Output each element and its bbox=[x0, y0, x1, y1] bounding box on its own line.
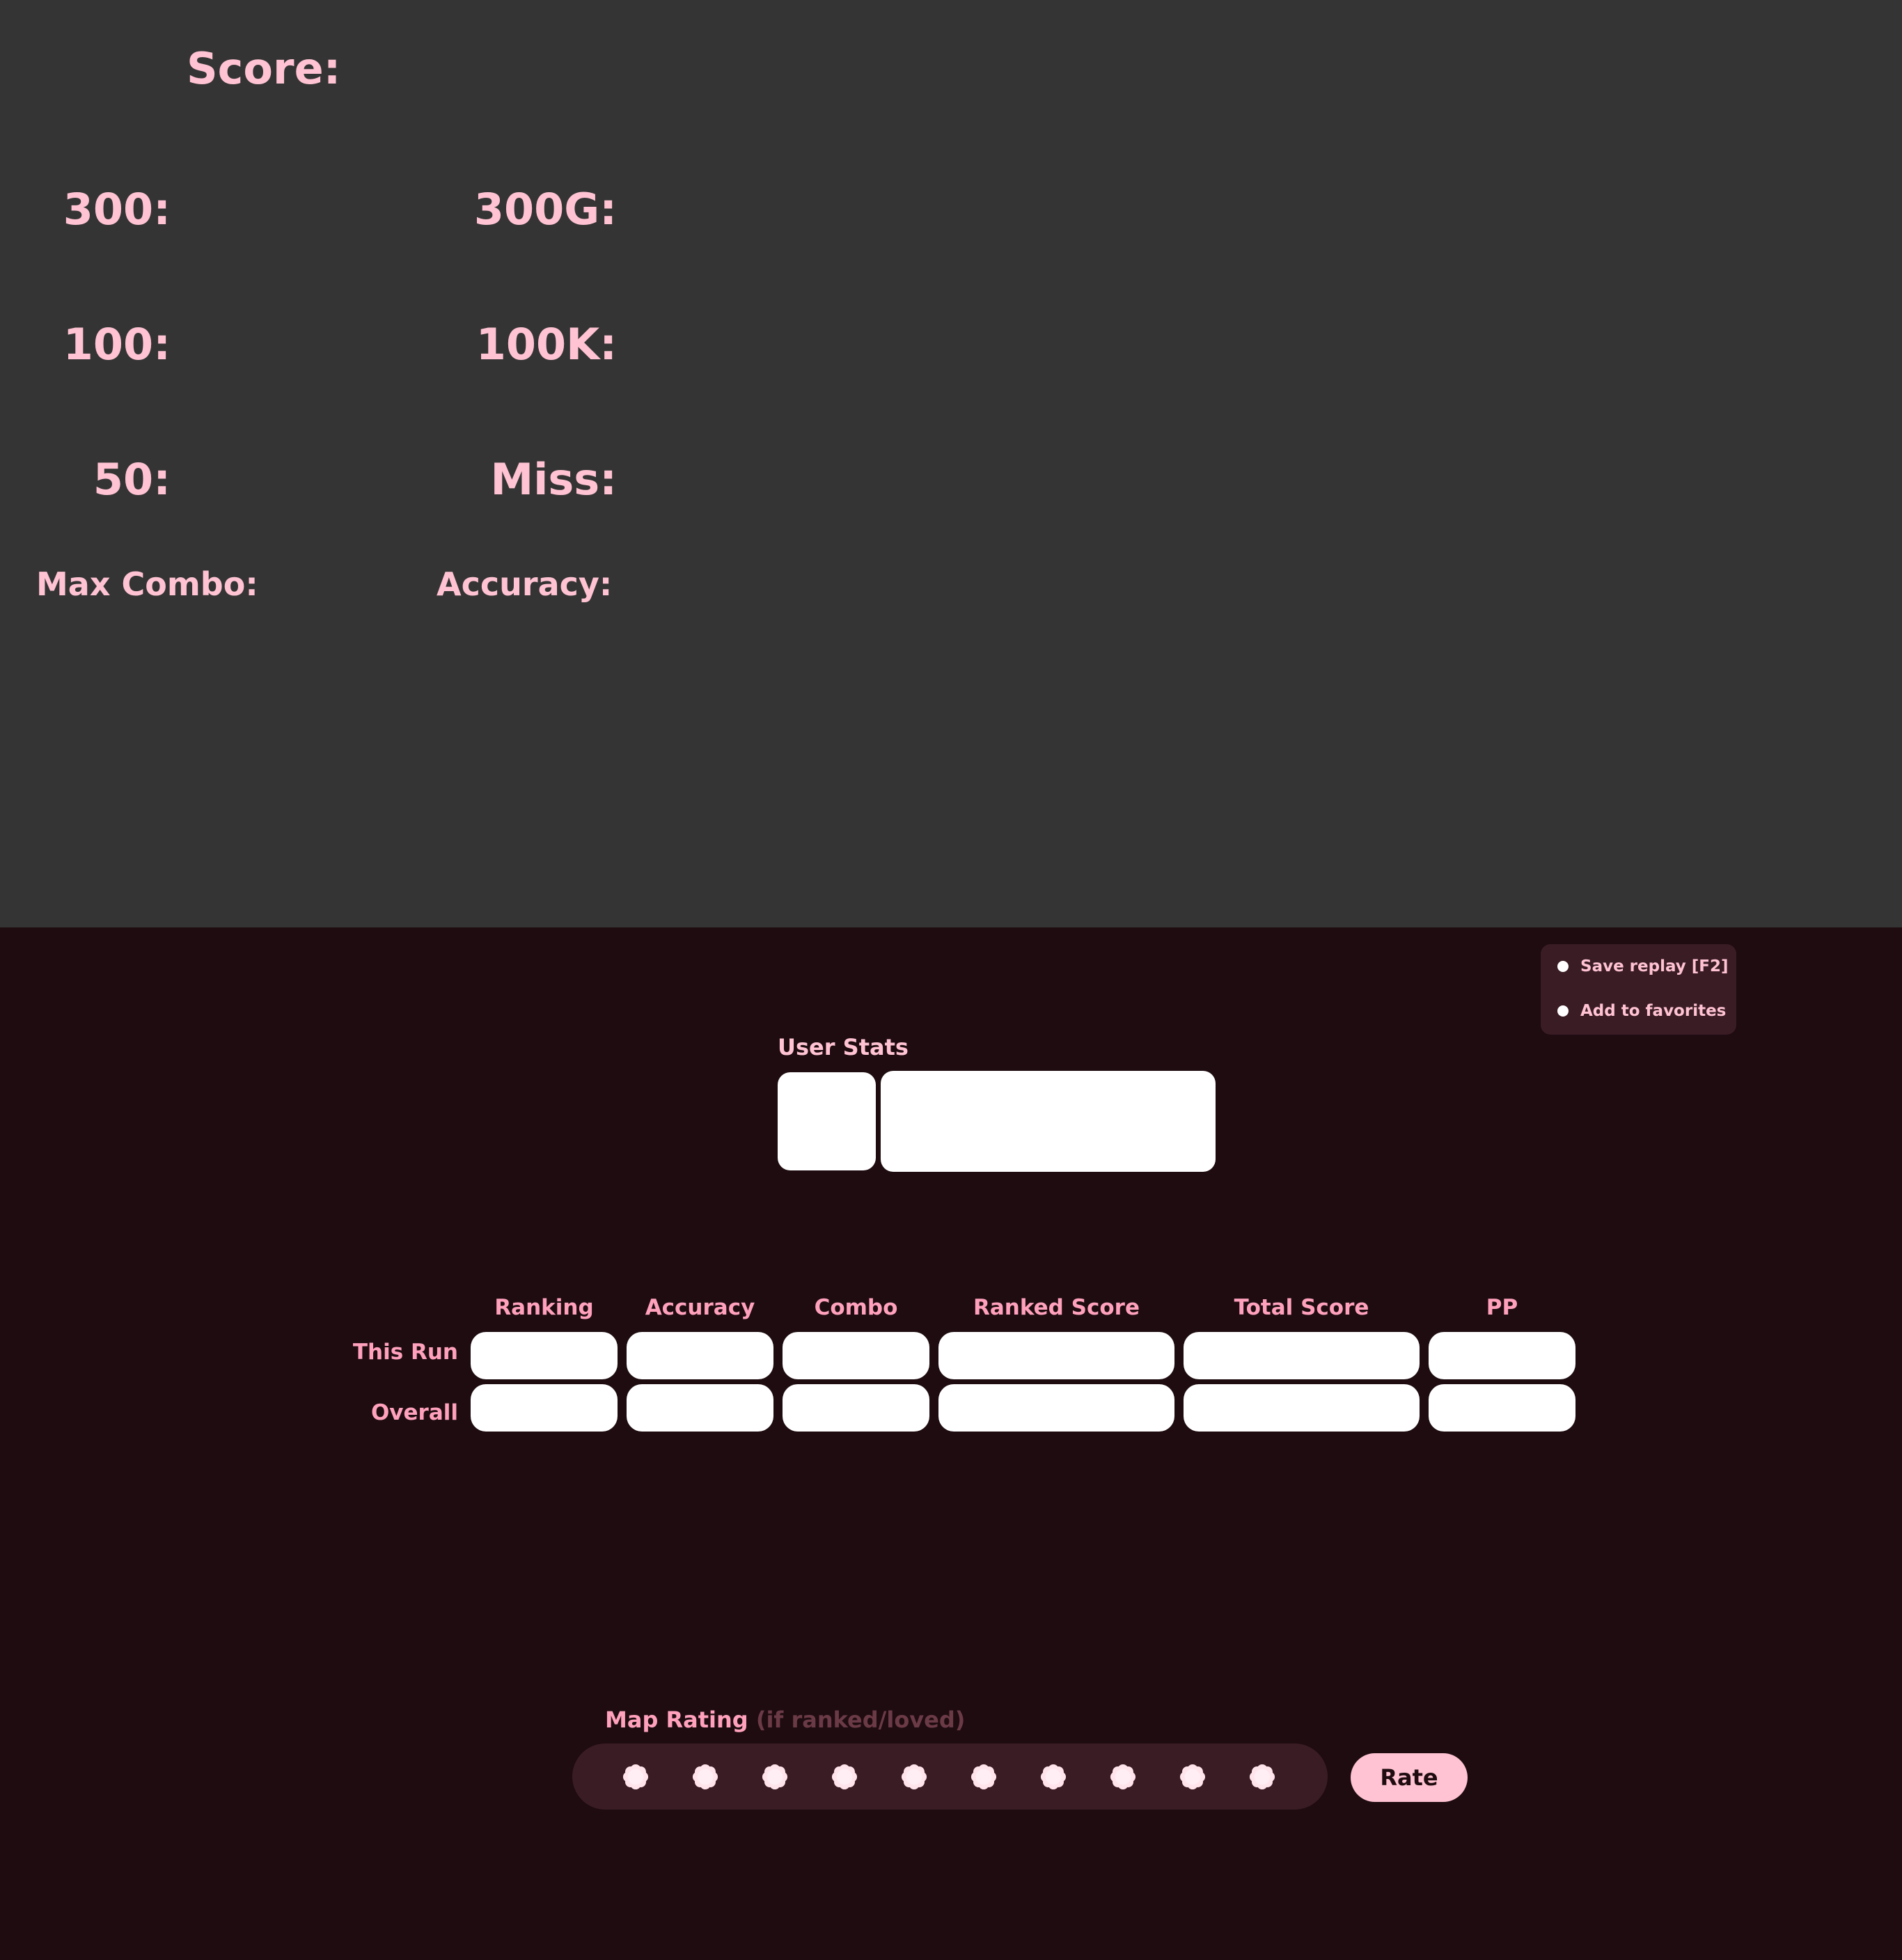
rating-star-icon[interactable] bbox=[762, 1764, 788, 1790]
this-run-ranking-cell bbox=[471, 1332, 618, 1379]
col-header-pp: PP bbox=[1486, 1295, 1518, 1320]
rating-star-icon[interactable] bbox=[1110, 1764, 1136, 1790]
hit300-label: 300: bbox=[63, 184, 171, 235]
max-combo-label: Max Combo: bbox=[36, 565, 258, 603]
rate-button[interactable]: Rate bbox=[1351, 1753, 1468, 1802]
rating-star-icon[interactable] bbox=[1249, 1764, 1275, 1790]
save-replay-label: Save replay [F2] bbox=[1580, 957, 1729, 975]
star-rating-bar bbox=[572, 1743, 1328, 1810]
map-rating-title: Map Rating (if ranked/loved) bbox=[605, 1706, 965, 1734]
this-run-pp-cell bbox=[1429, 1332, 1575, 1379]
overall-combo-cell bbox=[783, 1384, 929, 1432]
rating-star-icon[interactable] bbox=[622, 1764, 649, 1790]
overall-total-score-cell bbox=[1184, 1384, 1420, 1432]
bullet-icon bbox=[1557, 961, 1569, 972]
overall-accuracy-cell bbox=[627, 1384, 773, 1432]
overall-ranking-cell bbox=[471, 1384, 618, 1432]
bullet-icon bbox=[1557, 1005, 1569, 1017]
map-rating-subtitle: (if ranked/loved) bbox=[755, 1707, 966, 1733]
user-card bbox=[881, 1071, 1216, 1172]
rating-star-icon[interactable] bbox=[1179, 1764, 1206, 1790]
col-header-ranking: Ranking bbox=[494, 1295, 594, 1320]
miss-label: Miss: bbox=[490, 454, 617, 505]
user-stats-title: User Stats bbox=[778, 1034, 909, 1060]
results-screen: Score: 300: 300G: 100: 100K: 50: Miss: M… bbox=[0, 0, 1902, 1960]
overall-pp-cell bbox=[1429, 1384, 1575, 1432]
col-header-accuracy: Accuracy bbox=[645, 1295, 755, 1320]
avatar bbox=[778, 1072, 876, 1170]
hit100-label: 100: bbox=[63, 319, 171, 370]
col-header-combo: Combo bbox=[814, 1295, 898, 1320]
accuracy-label: Accuracy: bbox=[437, 565, 613, 603]
this-run-ranked-score-cell bbox=[938, 1332, 1174, 1379]
map-rating-label: Map Rating bbox=[605, 1707, 748, 1733]
this-run-total-score-cell bbox=[1184, 1332, 1420, 1379]
replay-menu: Save replay [F2] Add to favorites bbox=[1541, 944, 1736, 1035]
row-label-this-run: This Run bbox=[352, 1340, 458, 1365]
add-to-favorites-item[interactable]: Add to favorites bbox=[1557, 998, 1726, 1024]
col-header-total-score: Total Score bbox=[1234, 1295, 1369, 1320]
rating-star-icon[interactable] bbox=[831, 1764, 858, 1790]
rating-star-icon[interactable] bbox=[692, 1764, 718, 1790]
save-replay-item[interactable]: Save replay [F2] bbox=[1557, 954, 1729, 979]
col-header-ranked-score: Ranked Score bbox=[973, 1295, 1140, 1320]
row-label-overall: Overall bbox=[370, 1400, 458, 1425]
rating-star-icon[interactable] bbox=[901, 1764, 927, 1790]
score-panel: Score: 300: 300G: 100: 100K: 50: Miss: M… bbox=[0, 0, 1902, 927]
hit300g-label: 300G: bbox=[473, 184, 617, 235]
hit50-label: 50: bbox=[93, 454, 171, 505]
hit100k-label: 100K: bbox=[475, 319, 617, 370]
rating-star-icon[interactable] bbox=[1040, 1764, 1067, 1790]
overall-ranked-score-cell bbox=[938, 1384, 1174, 1432]
rating-star-icon[interactable] bbox=[970, 1764, 997, 1790]
this-run-accuracy-cell bbox=[627, 1332, 773, 1379]
this-run-combo-cell bbox=[783, 1332, 929, 1379]
add-to-favorites-label: Add to favorites bbox=[1580, 1002, 1727, 1020]
score-label: Score: bbox=[187, 43, 341, 94]
